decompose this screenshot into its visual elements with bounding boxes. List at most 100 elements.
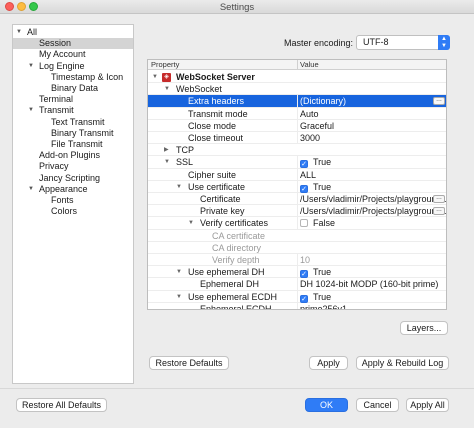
tree-item[interactable]: Binary Data [13,83,133,94]
tree-item[interactable]: Text Transmit [13,117,133,128]
browse-button[interactable]: … [433,97,445,106]
layers-button[interactable]: Layers... [400,321,448,335]
tree-item-label: Appearance [39,183,88,194]
tree-item-label: Text Transmit [51,116,105,127]
property-value-cell[interactable]: Graceful [297,119,446,132]
master-encoding-value: UTF-8 [363,37,389,47]
disclosure-down-icon[interactable]: ▼ [27,105,35,116]
property-value-cell[interactable]: ✓ True [297,156,446,169]
property-label: WebSocket Server [176,72,255,82]
property-row[interactable]: Close mode Graceful [148,119,446,133]
tree-item-label: Binary Transmit [51,127,114,138]
property-label: Certificate [200,194,241,204]
property-label: Ephemeral DH [200,279,260,290]
property-value-cell[interactable]: /Users/vladimir/Projects/playground/...… [297,193,446,205]
property-row[interactable]: Certificate/Users/vladimir/Projects/play… [148,193,446,206]
property-row[interactable]: ▼ ◈ WebSocket Server [148,71,446,84]
ok-button[interactable]: OK [305,398,348,412]
tree-item[interactable]: ▼ Transmit [13,105,133,116]
master-encoding-select[interactable]: UTF-8 ▲ ▼ [356,35,450,50]
property-row[interactable]: ▼ SSL ✓ True [148,156,446,169]
property-value-cell[interactable]: Auto [297,107,446,120]
property-value-cell[interactable]: (Dictionary)… [297,95,446,108]
property-value: ALL [300,169,317,180]
disclosure-down-icon[interactable]: ▼ [27,184,35,195]
property-row[interactable]: Private key/Users/vladimir/Projects/play… [148,205,446,218]
checkbox-checked-icon[interactable]: ✓ [300,270,308,279]
disclosure-down-icon[interactable]: ▼ [176,181,182,193]
property-grid-header: Property Value [148,60,446,70]
apply-all-button[interactable]: Apply All [406,398,449,412]
property-row[interactable]: ▼ Verify certificates False [148,217,446,230]
property-value-cell[interactable]: ✓ True [297,266,446,279]
browse-button[interactable]: … [433,207,445,216]
property-row[interactable]: ▼ Use ephemeral DH ✓ True [148,266,446,279]
apply-button[interactable]: Apply [309,356,348,370]
checkbox-unchecked-icon[interactable] [300,219,308,228]
restore-defaults-button[interactable]: Restore Defaults [149,356,229,370]
checkbox-checked-icon[interactable]: ✓ [300,294,308,303]
property-value: prime256v1 [300,303,348,310]
property-value-cell[interactable]: DH 1024-bit MODP (160-bit prime) [297,278,446,291]
disclosure-down-icon[interactable]: ▼ [176,291,182,303]
tree-item[interactable]: Timestamp & Icon [13,72,133,83]
tree-item-label: Session [39,38,72,49]
disclosure-down-icon[interactable]: ▼ [188,217,194,229]
property-value-cell[interactable]: prime256v1 [297,302,446,310]
property-value: True [313,157,332,168]
disclosure-down-icon[interactable]: ▼ [164,83,170,95]
checkbox-checked-icon[interactable]: ✓ [300,184,308,193]
disclosure-down-icon[interactable]: ▼ [15,27,23,38]
property-value: DH 1024-bit MODP (160-bit prime) [300,279,439,290]
tree-item[interactable]: Jancy Scripting [13,173,133,184]
settings-tree[interactable]: ▼ All Session My Account ▼ Log Engine Timestam… [12,24,134,384]
property-row[interactable]: Close timeout 3000 [148,132,446,145]
disclosure-down-icon[interactable]: ▼ [27,61,35,72]
tree-item[interactable]: Binary Transmit [13,128,133,139]
tree-item[interactable]: Colors [13,206,133,217]
disclosure-down-icon[interactable]: ▼ [164,156,170,168]
property-row[interactable]: Ephemeral ECDH prime256v1 [148,302,446,310]
tree-item[interactable]: My Account [13,49,133,60]
disclosure-right-icon[interactable]: ▶ [164,144,169,156]
property-value-cell[interactable]: ✓ True [297,290,446,303]
property-label: SSL [176,157,194,168]
apply-rebuild-log-button[interactable]: Apply & Rebuild Log [356,356,449,370]
property-row[interactable]: Transmit mode Auto [148,107,446,120]
tree-item[interactable]: ▼ Appearance [13,184,133,195]
property-value-cell[interactable]: 3000 [297,132,446,144]
title-bar: Settings [0,0,474,14]
tree-item[interactable]: Privacy [13,161,133,172]
property-value-cell[interactable]: False [297,217,446,230]
checkbox-checked-icon[interactable]: ✓ [300,160,308,169]
disclosure-down-icon[interactable]: ▼ [152,71,158,83]
browse-button[interactable]: … [433,195,445,203]
property-row[interactable]: ▼ Use certificate ✓ True [148,180,446,194]
property-row[interactable]: ▶ TCP [148,144,446,157]
tree-item[interactable]: ▼ All [13,27,133,38]
property-label: Cipher suite [188,169,237,180]
property-value: True [313,181,332,192]
disclosure-down-icon[interactable]: ▼ [176,266,182,278]
property-value: False [313,218,336,229]
property-value-cell: 10 [297,254,446,266]
cancel-button[interactable]: Cancel [356,398,399,412]
property-row[interactable]: Extra headers (Dictionary)… [148,95,446,108]
tree-item[interactable]: Session [13,38,133,50]
property-row[interactable]: Ephemeral DH DH 1024-bit MODP (160-bit pr… [148,278,446,291]
property-grid[interactable]: Property Value ▼ ◈ WebSocket Server ▼ WebSoc… [147,59,447,310]
tree-item[interactable]: Add-on Plugins [13,150,133,161]
property-value-cell[interactable]: ALL [297,168,446,181]
property-row[interactable]: ▼ Use ephemeral ECDH ✓ True [148,290,446,303]
tree-item[interactable]: File Transmit [13,139,133,150]
property-row: Verify depth 10 [148,254,446,267]
property-value-cell[interactable]: /Users/vladimir/Projects/playground/...… [297,205,446,218]
property-value-cell[interactable]: ✓ True [297,180,446,193]
tree-item[interactable]: Terminal [13,94,133,105]
tree-item-label: Binary Data [51,83,99,93]
property-row[interactable]: ▼ WebSocket [148,83,446,96]
property-row[interactable]: Cipher suite ALL [148,168,446,181]
tree-item[interactable]: ▼ Log Engine [13,61,133,72]
tree-item[interactable]: Fonts [13,195,133,206]
restore-all-defaults-button[interactable]: Restore All Defaults [16,398,107,412]
